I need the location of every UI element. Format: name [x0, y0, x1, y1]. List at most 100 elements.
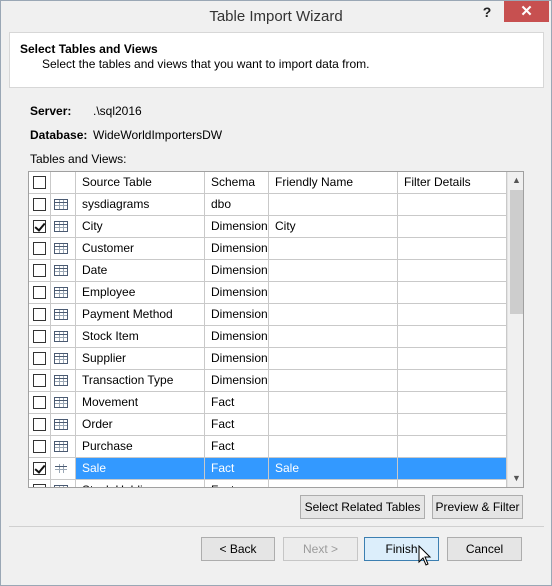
- table-row[interactable]: Payment Method Dimension: [29, 304, 507, 326]
- table-row[interactable]: Supplier Dimension: [29, 348, 507, 370]
- table-row[interactable]: sysdiagrams dbo: [29, 194, 507, 216]
- filter-details-cell[interactable]: [398, 326, 507, 347]
- select-all-checkbox[interactable]: [33, 176, 46, 189]
- friendly-name-cell[interactable]: [269, 436, 398, 457]
- schema-cell: Dimension: [205, 216, 269, 237]
- row-icon-cell: [51, 326, 76, 347]
- filter-details-cell[interactable]: [398, 348, 507, 369]
- table-row[interactable]: Sale Fact Sale: [29, 458, 507, 480]
- row-checkbox[interactable]: [33, 352, 46, 365]
- cancel-button[interactable]: Cancel: [447, 537, 522, 561]
- schema-cell: Dimension: [205, 238, 269, 259]
- column-header-schema[interactable]: Schema: [205, 172, 269, 193]
- header-description: Select the tables and views that you wan…: [42, 57, 370, 71]
- row-checkbox[interactable]: [33, 220, 46, 233]
- filter-details-cell[interactable]: [398, 194, 507, 215]
- table-icon: [54, 309, 68, 320]
- table-row[interactable]: Movement Fact: [29, 392, 507, 414]
- friendly-name-cell[interactable]: [269, 480, 398, 487]
- title-bar: Table Import Wizard ? ✕: [1, 1, 551, 32]
- source-table-cell[interactable]: Employee: [76, 282, 205, 303]
- friendly-name-cell[interactable]: [269, 326, 398, 347]
- table-row[interactable]: City Dimension City: [29, 216, 507, 238]
- friendly-name-cell[interactable]: [269, 238, 398, 259]
- filter-details-cell[interactable]: [398, 260, 507, 281]
- select-related-tables-button[interactable]: Select Related Tables: [300, 495, 425, 519]
- row-checkbox[interactable]: [33, 330, 46, 343]
- source-table-cell[interactable]: City: [76, 216, 205, 237]
- source-table-cell[interactable]: Customer: [76, 238, 205, 259]
- vertical-scrollbar[interactable]: ▲ ▼: [507, 172, 523, 487]
- friendly-name-cell[interactable]: [269, 304, 398, 325]
- table-icon: [54, 441, 68, 452]
- row-checkbox[interactable]: [33, 308, 46, 321]
- source-table-cell[interactable]: sysdiagrams: [76, 194, 205, 215]
- filter-details-cell[interactable]: [398, 304, 507, 325]
- source-table-cell[interactable]: Sale: [76, 458, 205, 479]
- preview-filter-button[interactable]: Preview & Filter: [432, 495, 523, 519]
- table-row[interactable]: Stock HoldingFact: [29, 480, 507, 487]
- friendly-name-cell[interactable]: [269, 392, 398, 413]
- column-header-filter-details[interactable]: Filter Details: [398, 172, 507, 193]
- table-row[interactable]: Purchase Fact: [29, 436, 507, 458]
- table-icon: [54, 375, 68, 386]
- source-table-cell[interactable]: Movement: [76, 392, 205, 413]
- friendly-name-cell[interactable]: Sale: [269, 458, 398, 479]
- friendly-name-cell[interactable]: [269, 370, 398, 391]
- friendly-name-cell[interactable]: [269, 348, 398, 369]
- row-checkbox[interactable]: [33, 242, 46, 255]
- row-checkbox[interactable]: [33, 440, 46, 453]
- source-table-cell[interactable]: Date: [76, 260, 205, 281]
- source-table-cell[interactable]: Order: [76, 414, 205, 435]
- filter-details-cell[interactable]: [398, 414, 507, 435]
- source-table-cell[interactable]: Stock Item: [76, 326, 205, 347]
- table-row[interactable]: Customer Dimension: [29, 238, 507, 260]
- scroll-down-icon[interactable]: ▼: [508, 470, 523, 487]
- row-icon-cell: [51, 480, 76, 487]
- tables-grid[interactable]: Source Table Schema Friendly Name Filter…: [28, 171, 524, 488]
- friendly-name-cell[interactable]: [269, 282, 398, 303]
- row-icon-cell: [51, 282, 76, 303]
- back-button[interactable]: < Back: [201, 537, 275, 561]
- row-select-cell: [29, 194, 51, 215]
- scrollbar-thumb[interactable]: [510, 190, 523, 314]
- column-header-friendly-name[interactable]: Friendly Name: [269, 172, 398, 193]
- filter-details-cell[interactable]: [398, 458, 507, 479]
- source-table-cell[interactable]: Purchase: [76, 436, 205, 457]
- row-select-cell: [29, 282, 51, 303]
- row-checkbox[interactable]: [33, 462, 46, 475]
- filter-details-cell[interactable]: [398, 216, 507, 237]
- source-table-cell[interactable]: Payment Method: [76, 304, 205, 325]
- schema-cell: Dimension: [205, 304, 269, 325]
- row-checkbox[interactable]: [33, 198, 46, 211]
- row-checkbox[interactable]: [33, 264, 46, 277]
- filter-details-cell[interactable]: [398, 282, 507, 303]
- row-checkbox[interactable]: [33, 484, 46, 487]
- filter-details-cell[interactable]: [398, 238, 507, 259]
- next-button[interactable]: Next >: [283, 537, 358, 561]
- source-table-cell[interactable]: Supplier: [76, 348, 205, 369]
- table-row[interactable]: Employee Dimension: [29, 282, 507, 304]
- row-checkbox[interactable]: [33, 418, 46, 431]
- table-row[interactable]: Date Dimension: [29, 260, 507, 282]
- row-checkbox[interactable]: [33, 286, 46, 299]
- filter-details-cell[interactable]: [398, 480, 507, 487]
- row-checkbox[interactable]: [33, 374, 46, 387]
- filter-details-cell[interactable]: [398, 370, 507, 391]
- column-header-source-table[interactable]: Source Table: [76, 172, 205, 193]
- scroll-up-icon[interactable]: ▲: [508, 172, 523, 189]
- row-checkbox[interactable]: [33, 396, 46, 409]
- filter-details-cell[interactable]: [398, 436, 507, 457]
- friendly-name-cell[interactable]: [269, 414, 398, 435]
- source-table-cell[interactable]: Transaction Type: [76, 370, 205, 391]
- table-row[interactable]: Order Fact: [29, 414, 507, 436]
- close-icon[interactable]: ✕: [504, 1, 549, 22]
- table-row[interactable]: Stock Item Dimension: [29, 326, 507, 348]
- friendly-name-cell[interactable]: [269, 260, 398, 281]
- friendly-name-cell[interactable]: City: [269, 216, 398, 237]
- source-table-cell[interactable]: Stock Holding: [76, 480, 205, 487]
- filter-details-cell[interactable]: [398, 392, 507, 413]
- friendly-name-cell[interactable]: [269, 194, 398, 215]
- help-icon[interactable]: ?: [475, 4, 499, 24]
- table-row[interactable]: Transaction Type Dimension: [29, 370, 507, 392]
